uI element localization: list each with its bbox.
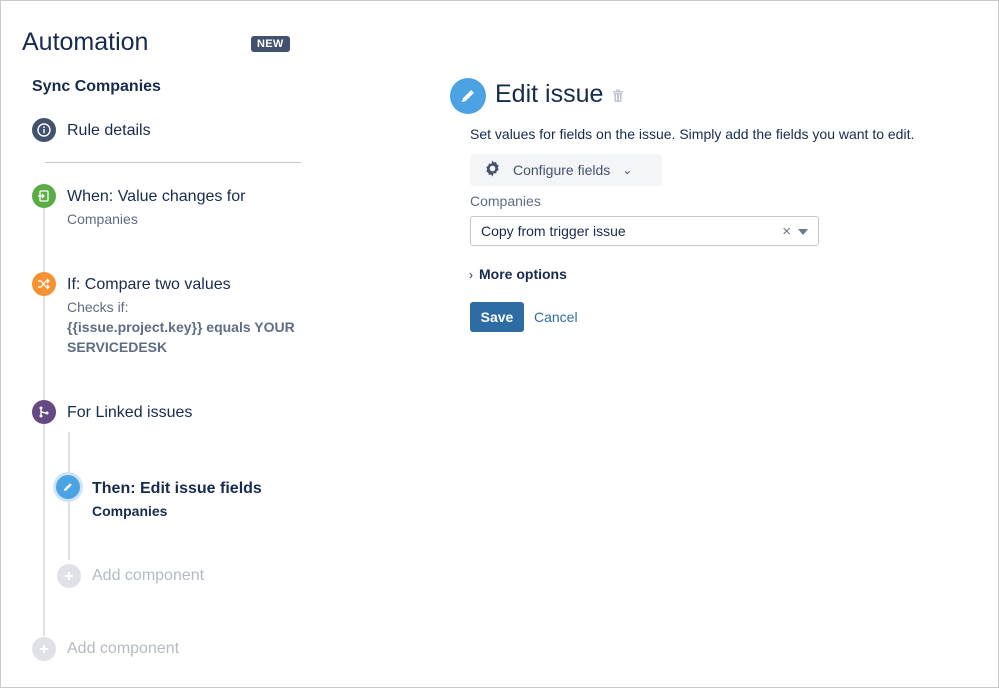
companies-field-label: Companies xyxy=(470,193,541,209)
add-component-outer-icon[interactable] xyxy=(32,637,56,661)
add-component-outer[interactable]: Add component xyxy=(67,640,179,658)
condition-expression: {{issue.project.key}} equals YOUR SERVIC… xyxy=(67,319,295,355)
step-trigger-title[interactable]: When: Value changes for xyxy=(67,188,245,206)
edit-issue-icon xyxy=(450,78,486,114)
nested-action-title[interactable]: Then: Edit issue fields xyxy=(92,480,262,498)
more-options-toggle[interactable]: › More options xyxy=(469,266,567,282)
pencil-icon[interactable] xyxy=(56,475,80,499)
shuffle-icon[interactable] xyxy=(32,272,56,296)
chevron-right-icon: › xyxy=(469,268,473,282)
page-title: Automation xyxy=(22,28,149,56)
clear-icon[interactable]: × xyxy=(782,223,791,240)
divider xyxy=(45,162,301,163)
step-condition-sub: Checks if: {{issue.project.key}} equals … xyxy=(67,297,307,357)
configure-fields-label: Configure fields xyxy=(513,162,611,178)
companies-select-value: Copy from trigger issue xyxy=(481,223,626,239)
rule-name: Sync Companies xyxy=(32,78,161,95)
companies-select[interactable]: Copy from trigger issue × xyxy=(470,216,819,246)
chevron-down-icon: ⌄ xyxy=(622,163,633,177)
trigger-icon[interactable] xyxy=(32,184,56,208)
editor-title: Edit issue xyxy=(495,80,604,108)
trash-icon[interactable] xyxy=(612,89,624,108)
add-component-inner-icon[interactable] xyxy=(57,564,81,588)
add-component-inner[interactable]: Add component xyxy=(92,567,204,585)
nested-action-sub: Companies xyxy=(92,503,168,519)
step-branch-title[interactable]: For Linked issues xyxy=(67,404,192,422)
new-badge: NEW xyxy=(251,36,290,52)
more-options-label: More options xyxy=(479,266,567,282)
configure-fields-button[interactable]: Configure fields ⌄ xyxy=(470,154,662,186)
step-condition-title[interactable]: If: Compare two values xyxy=(67,276,231,294)
branch-icon[interactable] xyxy=(32,400,56,424)
cancel-link[interactable]: Cancel xyxy=(534,309,578,325)
condition-prefix: Checks if: xyxy=(67,299,129,315)
gear-icon xyxy=(483,159,502,181)
step-trigger-sub: Companies xyxy=(67,211,138,227)
save-button[interactable]: Save xyxy=(470,302,524,332)
dropdown-caret-icon[interactable] xyxy=(798,229,808,235)
rule-details-link[interactable]: Rule details xyxy=(67,122,151,140)
editor-description: Set values for fields on the issue. Simp… xyxy=(470,126,915,142)
info-icon[interactable] xyxy=(32,118,56,142)
